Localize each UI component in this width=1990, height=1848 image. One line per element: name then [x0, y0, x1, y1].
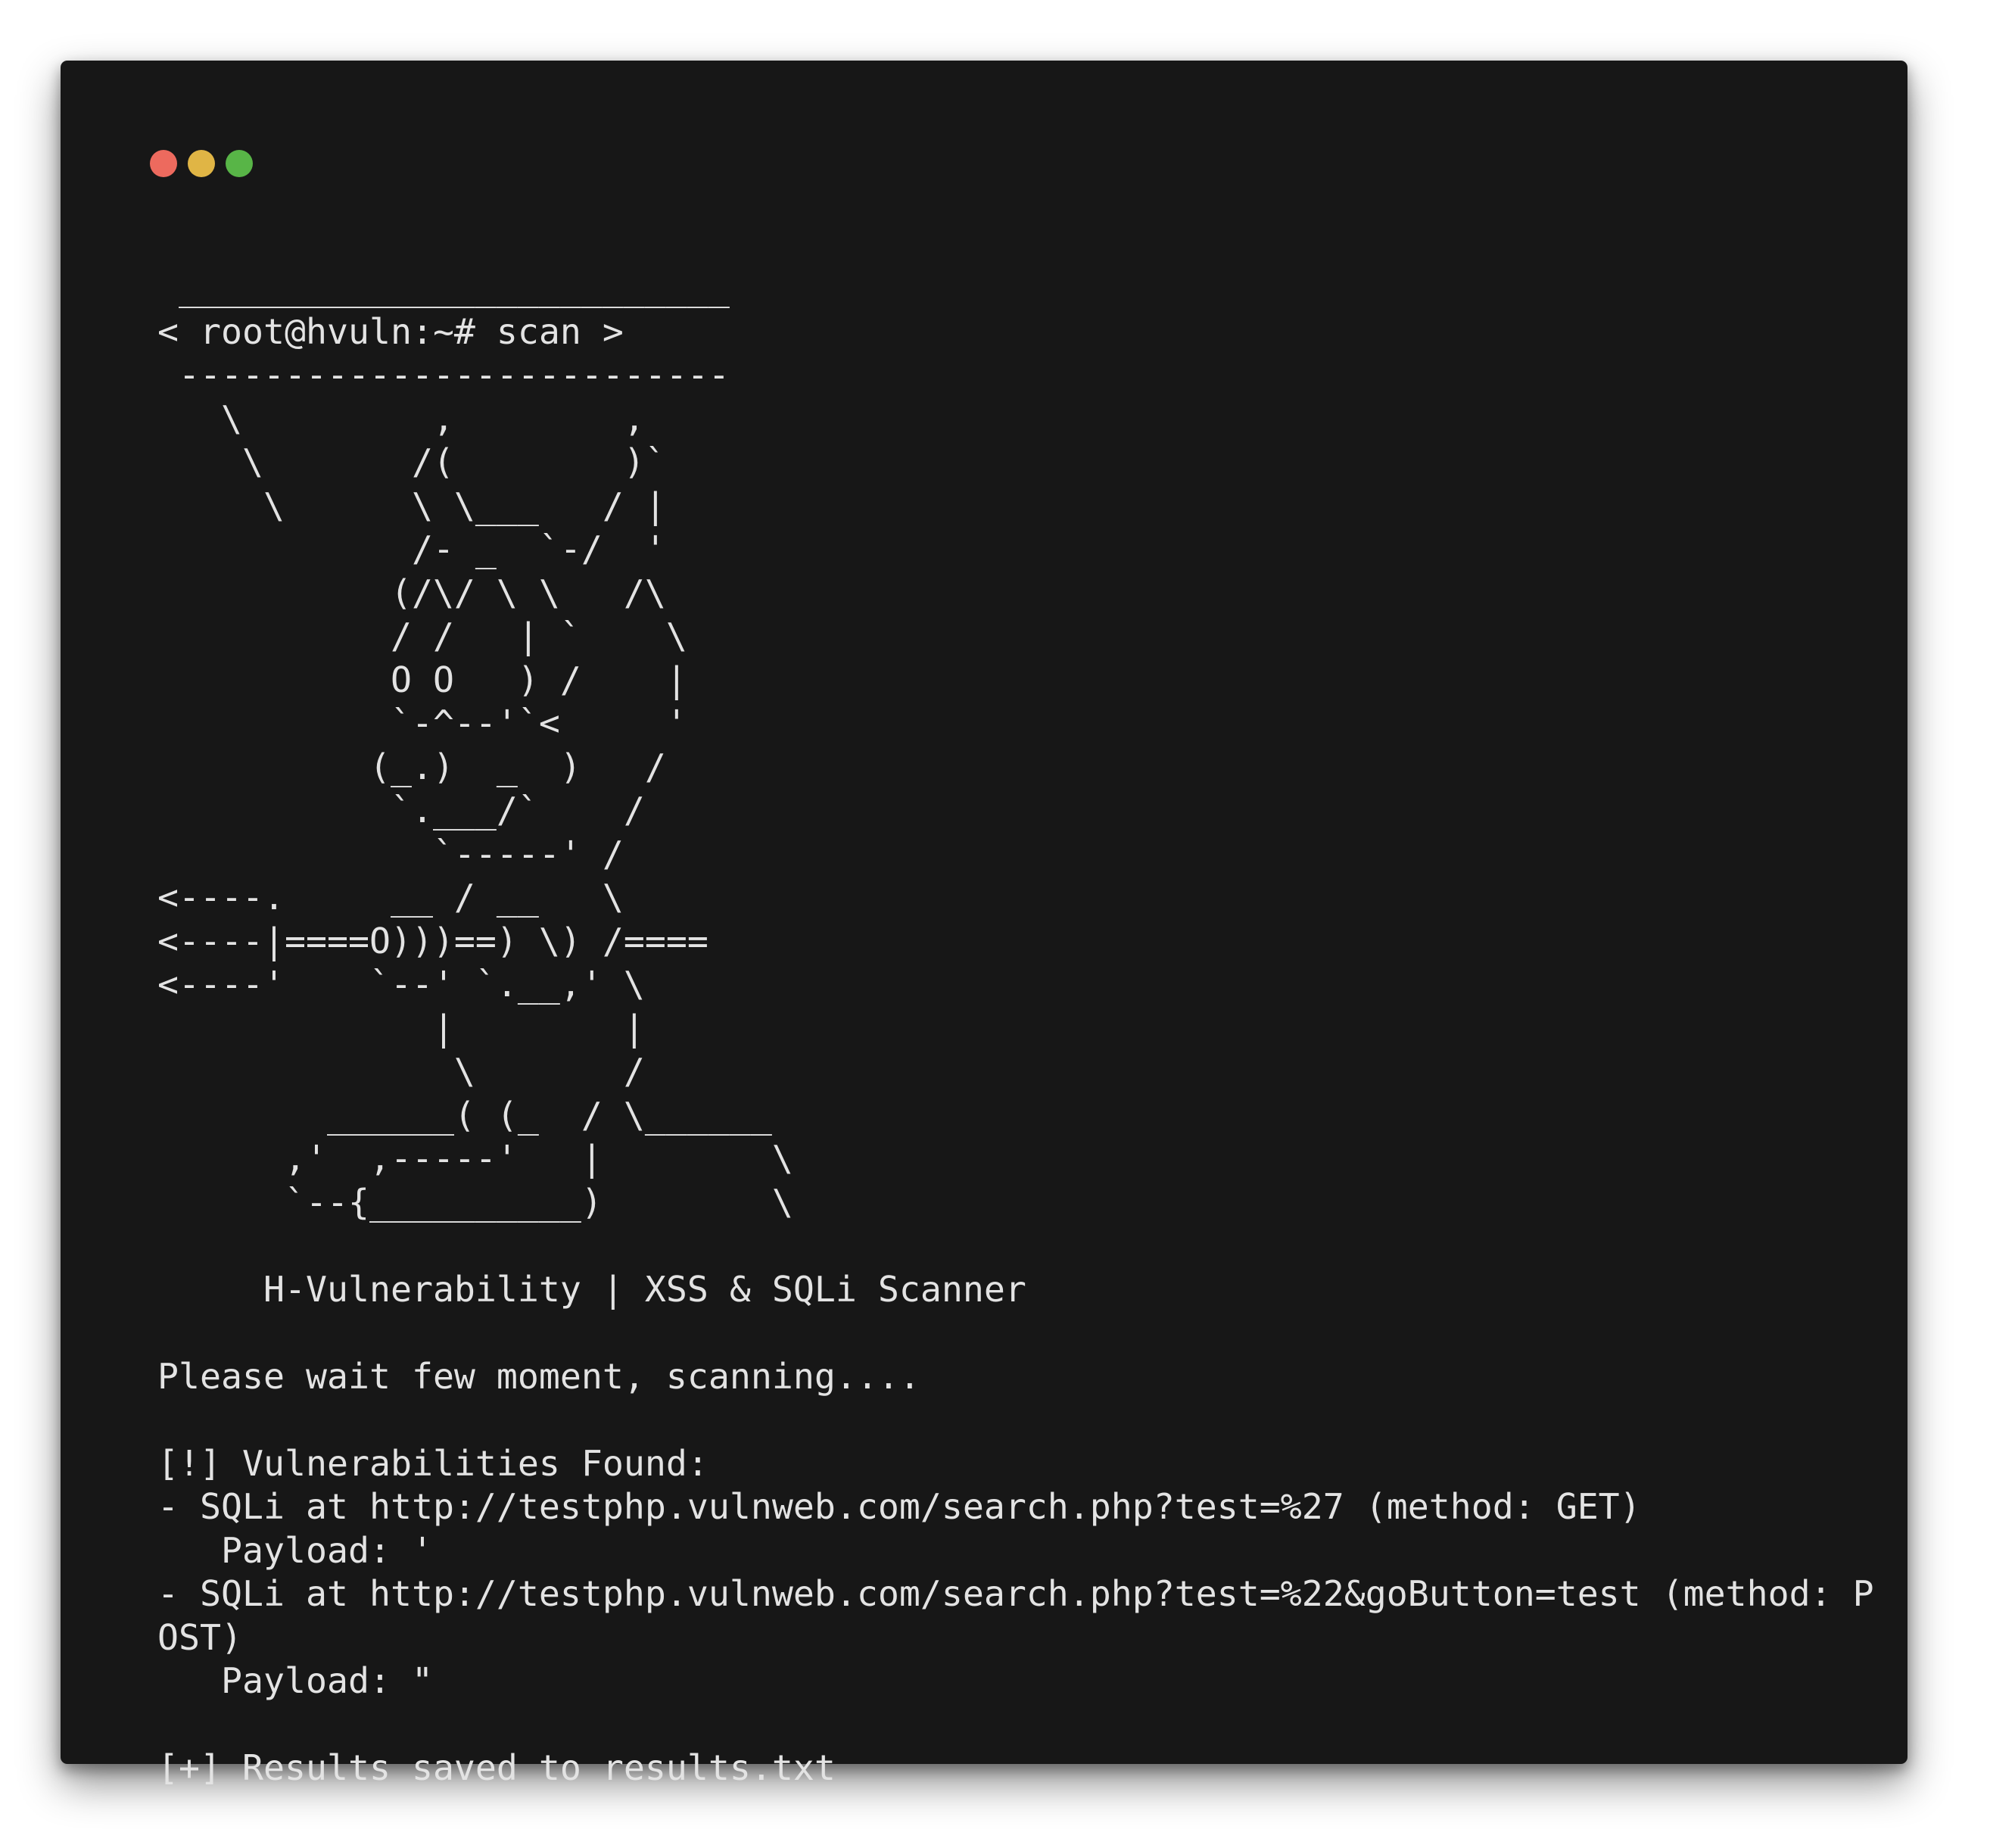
- terminal-line: \ \ \___ / |: [157, 485, 666, 526]
- terminal-line: __________________________: [157, 267, 730, 308]
- terminal-line: <----. __ / __ \: [157, 877, 624, 918]
- terminal-line: (/\/ \ \ /\: [157, 572, 666, 613]
- terminal-line: ______( (_ / \______: [157, 1094, 772, 1136]
- terminal-line: <----' `--' `.__,' \: [157, 964, 645, 1005]
- terminal-line: <----|====O)))==) \) /====: [157, 920, 708, 961]
- terminal-line: Please wait few moment, scanning....: [157, 1355, 920, 1397]
- terminal-line: | |: [157, 1007, 645, 1049]
- terminal-line: (_.) _ ) /: [157, 746, 666, 787]
- terminal-line: `-^--'`< ': [157, 703, 687, 743]
- terminal-line: `--{__________) \: [157, 1181, 793, 1223]
- terminal-line: < root@hvuln:~# scan >: [157, 310, 624, 352]
- terminal-line: \ , ,: [157, 397, 645, 439]
- title-bar: [61, 61, 1907, 151]
- zoom-button[interactable]: [226, 150, 253, 177]
- terminal-line: [!] Vulnerabilities Found:: [157, 1442, 708, 1484]
- terminal-line: Payload: ': [157, 1529, 433, 1571]
- terminal-output[interactable]: __________________________ < root@hvuln:~…: [157, 266, 1874, 1790]
- terminal-line: - SQLi at http://testphp.vulnweb.com/sea…: [157, 1573, 1874, 1614]
- minimize-button[interactable]: [188, 150, 215, 177]
- close-button[interactable]: [150, 150, 177, 177]
- terminal-line: `-----' /: [157, 833, 624, 874]
- terminal-line: --------------------------: [157, 354, 730, 395]
- terminal-window[interactable]: __________________________ < root@hvuln:~…: [61, 61, 1907, 1788]
- terminal-line: Payload: ": [157, 1660, 433, 1701]
- terminal-line: ,' ,-----' | \: [157, 1138, 793, 1179]
- terminal-line: OST): [157, 1616, 242, 1658]
- terminal-line: O O ) / |: [157, 659, 687, 700]
- terminal-line: /- _ `-/ ': [157, 528, 666, 569]
- terminal-line: \ /( )`: [157, 441, 666, 482]
- terminal-line: - SQLi at http://testphp.vulnweb.com/sea…: [157, 1486, 1641, 1527]
- terminal-line: [+] Results saved to results.txt: [157, 1747, 836, 1788]
- terminal-line: / / | ` \: [157, 615, 687, 656]
- terminal-line: H-Vulnerability | XSS & SQLi Scanner: [157, 1268, 1026, 1310]
- terminal-line: \ /: [157, 1051, 645, 1092]
- terminal-line: `.___/` /: [157, 790, 645, 831]
